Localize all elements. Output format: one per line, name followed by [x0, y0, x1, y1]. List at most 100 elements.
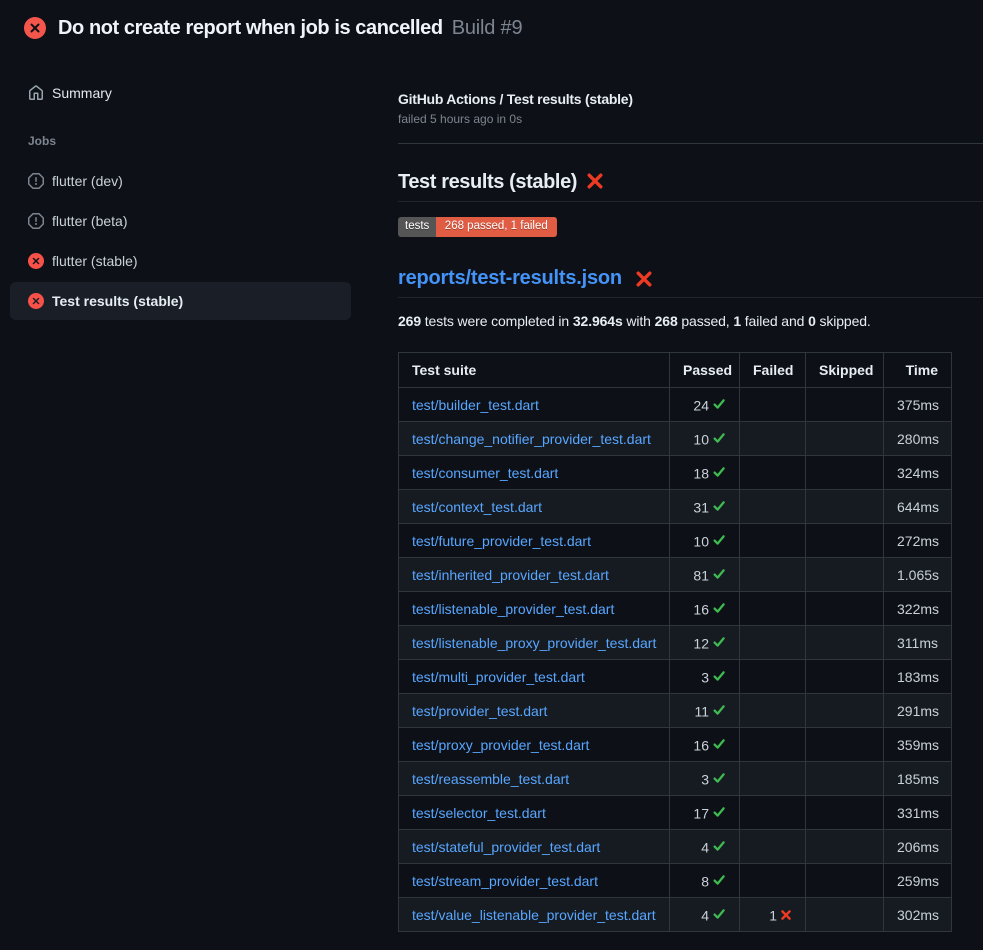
check-icon — [712, 805, 726, 819]
sidebar-job-item[interactable]: Test results (stable) — [10, 282, 351, 320]
cell-time: 272ms — [884, 524, 952, 558]
tests-badge: tests 268 passed, 1 failed — [398, 217, 557, 237]
cell-time: 331ms — [884, 796, 952, 830]
check-icon — [712, 601, 726, 615]
cell-test-suite: test/proxy_provider_test.dart — [399, 728, 670, 762]
cell-passed: 81 — [670, 558, 740, 592]
jobs-group-label: Jobs — [28, 134, 56, 148]
column-header-skipped: Skipped — [806, 353, 884, 388]
cell-failed — [740, 490, 806, 524]
cell-passed: 18 — [670, 456, 740, 490]
cell-test-suite: test/reassemble_test.dart — [399, 762, 670, 796]
check-icon — [712, 873, 726, 887]
table-row: test/reassemble_test.dart3185ms — [399, 762, 952, 796]
test-suite-link[interactable]: test/reassemble_test.dart — [412, 771, 569, 787]
cell-time: 644ms — [884, 490, 952, 524]
report-file-link[interactable]: reports/test-results.json — [398, 267, 622, 290]
sidebar-item-summary[interactable]: Summary — [10, 74, 351, 112]
sidebar-item-label: Summary — [52, 85, 112, 101]
cell-failed — [740, 660, 806, 694]
test-suite-link[interactable]: test/change_notifier_provider_test.dart — [412, 431, 651, 447]
table-row: test/proxy_provider_test.dart16359ms — [399, 728, 952, 762]
test-suite-link[interactable]: test/value_listenable_provider_test.dart — [412, 907, 656, 923]
failed-status-icon — [24, 17, 46, 39]
check-icon — [712, 907, 726, 921]
cross-icon — [780, 909, 792, 921]
summary-number: 0 — [808, 313, 816, 329]
cell-time: 291ms — [884, 694, 952, 728]
section-heading-text: Test results (stable) — [398, 171, 577, 194]
sidebar-job-item[interactable]: flutter (dev) — [10, 162, 351, 200]
test-suite-link[interactable]: test/stateful_provider_test.dart — [412, 839, 600, 855]
test-suite-link[interactable]: test/provider_test.dart — [412, 703, 547, 719]
test-suite-link[interactable]: test/consumer_test.dart — [412, 465, 558, 481]
cell-skipped — [806, 898, 884, 932]
check-icon — [712, 567, 726, 581]
cell-test-suite: test/context_test.dart — [399, 490, 670, 524]
cell-test-suite: test/provider_test.dart — [399, 694, 670, 728]
sidebar-job-label: flutter (dev) — [52, 173, 123, 189]
cell-passed: 10 — [670, 524, 740, 558]
test-suite-link[interactable]: test/proxy_provider_test.dart — [412, 737, 589, 753]
cell-passed: 3 — [670, 660, 740, 694]
summary-text: tests were completed in — [421, 313, 573, 329]
cell-passed: 4 — [670, 830, 740, 864]
check-icon — [712, 737, 726, 751]
cell-time: 322ms — [884, 592, 952, 626]
cell-test-suite: test/change_notifier_provider_test.dart — [399, 422, 670, 456]
table-row: test/provider_test.dart11291ms — [399, 694, 952, 728]
cell-time: 183ms — [884, 660, 952, 694]
cell-failed — [740, 864, 806, 898]
check-status-line: failed 5 hours ago in 0s — [398, 112, 522, 126]
test-suite-link[interactable]: test/listenable_provider_test.dart — [412, 601, 614, 617]
cell-skipped — [806, 592, 884, 626]
cell-passed: 16 — [670, 728, 740, 762]
cell-skipped — [806, 626, 884, 660]
cell-test-suite: test/listenable_proxy_provider_test.dart — [399, 626, 670, 660]
sidebar-job-item[interactable]: flutter (beta) — [10, 202, 351, 240]
cell-skipped — [806, 456, 884, 490]
stop-icon — [28, 213, 44, 229]
cell-passed: 3 — [670, 762, 740, 796]
cell-failed — [740, 456, 806, 490]
header-divider — [398, 143, 983, 144]
table-row: test/stream_provider_test.dart8259ms — [399, 864, 952, 898]
test-suite-link[interactable]: test/stream_provider_test.dart — [412, 873, 598, 889]
test-suite-link[interactable]: test/listenable_proxy_provider_test.dart — [412, 635, 656, 651]
cell-test-suite: test/stateful_provider_test.dart — [399, 830, 670, 864]
table-row: test/stateful_provider_test.dart4206ms — [399, 830, 952, 864]
cell-skipped — [806, 694, 884, 728]
test-suite-link[interactable]: test/multi_provider_test.dart — [412, 669, 585, 685]
table-row: test/listenable_proxy_provider_test.dart… — [399, 626, 952, 660]
test-suite-link[interactable]: test/context_test.dart — [412, 499, 542, 515]
cell-skipped — [806, 558, 884, 592]
main-content: GitHub Actions / Test results (stable) f… — [398, 0, 983, 950]
summary-number: 269 — [398, 313, 421, 329]
test-suite-link[interactable]: test/builder_test.dart — [412, 397, 539, 413]
cell-skipped — [806, 524, 884, 558]
cell-test-suite: test/selector_test.dart — [399, 796, 670, 830]
sidebar-job-label: flutter (beta) — [52, 213, 127, 229]
cell-passed: 16 — [670, 592, 740, 626]
table-body: test/builder_test.dart24375mstest/change… — [399, 388, 952, 932]
run-title: Do not create report when job is cancell… — [58, 17, 443, 40]
table-row: test/selector_test.dart17331ms — [399, 796, 952, 830]
test-suite-link[interactable]: test/selector_test.dart — [412, 805, 546, 821]
cell-passed: 12 — [670, 626, 740, 660]
test-suite-link[interactable]: test/inherited_provider_test.dart — [412, 567, 609, 583]
cell-skipped — [806, 728, 884, 762]
table-row: test/value_listenable_provider_test.dart… — [399, 898, 952, 932]
summary-number: 268 — [655, 313, 678, 329]
check-icon — [712, 499, 726, 513]
cross-mark-icon — [634, 269, 654, 289]
summary-text: passed, — [678, 313, 734, 329]
home-icon — [28, 85, 44, 101]
cell-skipped — [806, 660, 884, 694]
cell-time: 259ms — [884, 864, 952, 898]
cell-passed: 10 — [670, 422, 740, 456]
cell-skipped — [806, 762, 884, 796]
cell-failed — [740, 592, 806, 626]
table-row: test/consumer_test.dart18324ms — [399, 456, 952, 490]
sidebar-job-item[interactable]: flutter (stable) — [10, 242, 351, 280]
test-suite-link[interactable]: test/future_provider_test.dart — [412, 533, 591, 549]
